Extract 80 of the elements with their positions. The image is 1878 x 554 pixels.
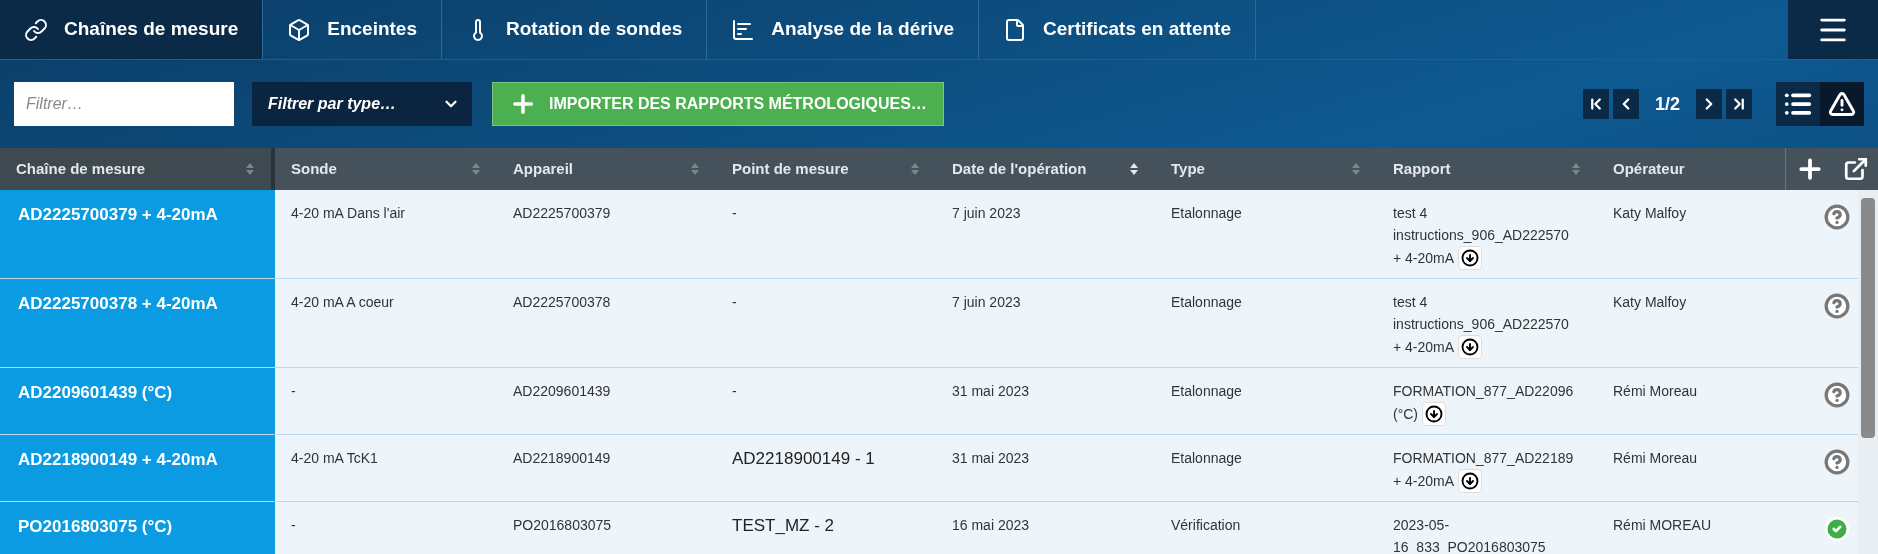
column-header[interactable]: Chaîne de mesure — [0, 148, 275, 190]
table-cell: - — [291, 517, 296, 533]
report-name: 2023-05- — [1393, 516, 1450, 535]
table-cell: 4-20 mA TcK1 — [291, 450, 378, 466]
table-cell: Etalonnage — [1171, 383, 1242, 399]
nav-tab[interactable]: Certificats en attente — [979, 0, 1256, 59]
table-cell: Rémi MOREAU — [1613, 517, 1711, 533]
type-filter-dropdown[interactable]: Filtrer par type… — [252, 82, 472, 126]
download-icon — [1461, 249, 1480, 267]
download-icon — [1425, 405, 1444, 423]
report-name: FORMATION_877_AD22189 — [1393, 449, 1574, 468]
previous-page-button[interactable] — [1612, 89, 1639, 119]
table-cell: AD2209601439 — [513, 383, 611, 399]
tab-icon — [287, 17, 312, 42]
column-header[interactable]: Rapport — [1377, 148, 1597, 190]
download-button[interactable] — [1458, 246, 1483, 270]
table-cell: Katy Malfoy — [1613, 294, 1687, 310]
table-cell: Vérification — [1171, 517, 1241, 533]
nav-tab[interactable]: Enceintes — [263, 0, 442, 59]
column-header[interactable]: Opérateur — [1597, 148, 1785, 190]
report-name: + 4-20mA — [1393, 338, 1455, 357]
table-cell: - — [732, 205, 737, 221]
column-header[interactable]: Appareil — [497, 148, 716, 190]
nav-tab[interactable]: Rotation de sondes — [442, 0, 708, 59]
table-cell: AD2225700378 — [513, 294, 611, 310]
report-name: FORMATION_877_AD22096 — [1393, 382, 1574, 401]
table-cell: - — [732, 383, 737, 399]
download-icon — [1461, 472, 1480, 490]
table-cell: - — [732, 294, 737, 310]
download-icon — [1461, 338, 1480, 356]
scrollbar-thumb[interactable] — [1861, 198, 1875, 438]
table-cell: Katy Malfoy — [1613, 205, 1687, 221]
sort-icon[interactable] — [1129, 162, 1139, 176]
table-cell: AD2218900149 — [513, 450, 611, 466]
report-name: test 4 — [1393, 204, 1428, 223]
report-name: 16_833_PO2016803075 — [1393, 538, 1546, 554]
table-cell: AD2218900149 - 1 — [732, 449, 875, 468]
table-cell: Etalonnage — [1171, 294, 1242, 310]
table-cell: Etalonnage — [1171, 205, 1242, 221]
last-page-button[interactable] — [1726, 89, 1752, 119]
table-cell: 7 juin 2023 — [952, 205, 1021, 221]
alerts-view-button[interactable] — [1820, 82, 1864, 126]
download-button[interactable] — [1458, 335, 1483, 359]
report-name: test 4 — [1393, 293, 1428, 312]
column-header[interactable]: Date de l'opération — [936, 148, 1155, 190]
table-cell: TEST_MZ - 2 — [732, 516, 834, 535]
first-page-button[interactable] — [1582, 89, 1609, 119]
report-name: instructions_906_AD222570 — [1393, 226, 1569, 245]
tab-icon — [731, 17, 756, 42]
table-cell: 31 mai 2023 — [952, 383, 1030, 399]
nav-tab[interactable]: Chaînes de mesure — [0, 0, 264, 59]
download-button[interactable] — [1422, 402, 1447, 426]
table-cell: Rémi Moreau — [1613, 450, 1698, 466]
report-name: instructions_906_AD222570 — [1393, 315, 1569, 334]
table-cell: AD2225700379 — [513, 205, 611, 221]
download-button[interactable] — [1458, 469, 1483, 493]
report-name: + 4-20mA — [1393, 249, 1455, 268]
table-cell: 31 mai 2023 — [952, 450, 1030, 466]
table-cell: 4-20 mA Dans l'air — [291, 205, 405, 221]
next-page-button[interactable] — [1696, 89, 1722, 119]
filter-field[interactable]: Filtrer… — [14, 82, 234, 126]
column-header[interactable]: Sonde — [275, 148, 497, 190]
column-header[interactable]: Type — [1155, 148, 1377, 190]
warning-icon — [1828, 90, 1856, 118]
report-name: (°C) — [1393, 405, 1419, 424]
table-cell: Etalonnage — [1171, 450, 1242, 466]
table-cell: PO2016803075 — [513, 517, 612, 533]
table-cell: 4-20 mA A coeur — [291, 294, 394, 310]
column-header[interactable]: Point de mesure — [716, 148, 936, 190]
menu-button[interactable] — [1788, 0, 1878, 59]
table-cell: Rémi Moreau — [1613, 383, 1698, 399]
nav-tab[interactable]: Analyse de la dérive — [707, 0, 980, 59]
external-link-icon — [1843, 156, 1869, 182]
page-indicator: 1/2 — [1653, 92, 1681, 116]
table-cell: - — [291, 383, 296, 399]
list-view-button[interactable] — [1776, 82, 1820, 126]
table-cell: 16 mai 2023 — [952, 517, 1030, 533]
table-cell: 7 juin 2023 — [952, 294, 1021, 310]
report-name: + 4-20mA — [1393, 472, 1455, 491]
tab-icon — [24, 17, 48, 42]
